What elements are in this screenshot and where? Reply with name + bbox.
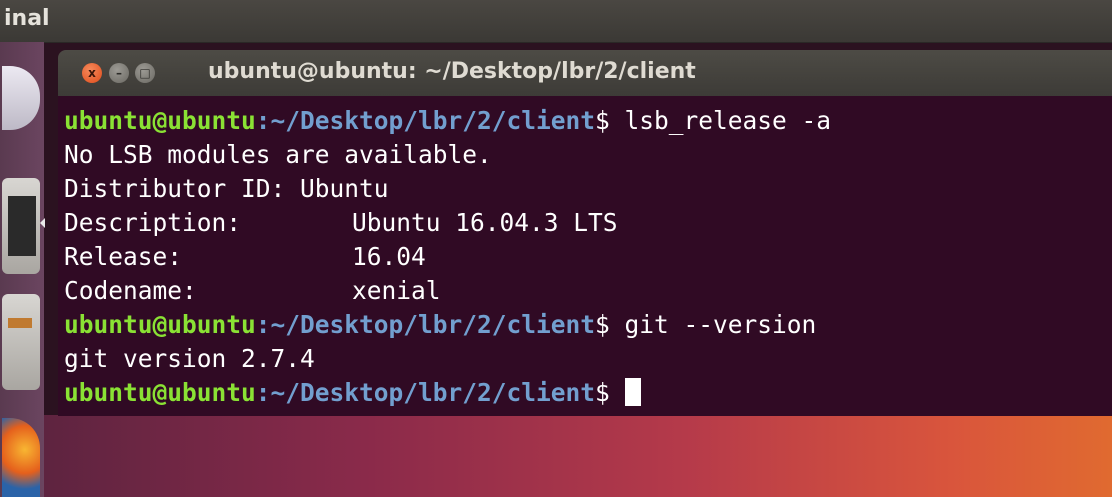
- files-launcher-icon[interactable]: [2, 294, 40, 390]
- terminal-line: ubuntu@ubuntu:~/Desktop/lbr/2/client$: [64, 376, 641, 410]
- prompt-user: ubuntu@ubuntu: [64, 106, 256, 135]
- output-key: Description:: [64, 208, 242, 237]
- terminal-line: Distributor ID: Ubuntu: [64, 172, 964, 206]
- output-value: xenial: [352, 276, 441, 305]
- window-titlebar[interactable]: x – □ ubuntu@ubuntu: ~/Desktop/lbr/2/cli…: [58, 50, 1112, 96]
- terminal-line: ubuntu@ubuntu:~/Desktop/lbr/2/client$ gi…: [64, 308, 816, 342]
- output-key: Distributor ID:: [64, 174, 286, 203]
- terminal-line: No LSB modules are available.: [64, 138, 492, 172]
- launcher-app-icon[interactable]: [2, 66, 40, 130]
- launcher: [0, 42, 45, 497]
- output-value: Ubuntu: [300, 174, 389, 203]
- output-text: No LSB modules are available.: [64, 140, 492, 169]
- terminal-line: git version 2.7.4: [64, 342, 315, 376]
- prompt-user: ubuntu@ubuntu: [64, 310, 256, 339]
- terminal-line: Codename: xenial: [64, 274, 964, 308]
- terminal-line: ubuntu@ubuntu:~/Desktop/lbr/2/client$ ls…: [64, 104, 831, 138]
- prompt-path: :~/Desktop/lbr/2/client: [255, 310, 596, 339]
- minimize-button[interactable]: –: [109, 63, 129, 83]
- output-key: Release:: [64, 242, 183, 271]
- terminal-window[interactable]: x – □ ubuntu@ubuntu: ~/Desktop/lbr/2/cli…: [58, 50, 1112, 416]
- prompt-path: :~/Desktop/lbr/2/client: [255, 378, 596, 407]
- desktop-wallpaper: [44, 415, 1112, 497]
- window-title: ubuntu@ubuntu: ~/Desktop/lbr/2/client: [208, 59, 696, 84]
- maximize-button[interactable]: □: [135, 63, 155, 83]
- prompt-user: ubuntu@ubuntu: [64, 378, 256, 407]
- command-text: lsb_release -a: [624, 106, 832, 135]
- prompt-path: :~/Desktop/lbr/2/client: [255, 106, 596, 135]
- firefox-launcher-icon[interactable]: [2, 418, 40, 497]
- prompt-symbol: $: [595, 106, 625, 135]
- top-panel-app-title: inal: [4, 6, 50, 31]
- prompt-symbol: $: [595, 310, 625, 339]
- terminal-line: Release: 16.04: [64, 240, 964, 274]
- output-value: 16.04: [352, 242, 426, 271]
- output-value: Ubuntu 16.04.3 LTS: [352, 208, 618, 237]
- output-key: Codename:: [64, 276, 197, 305]
- command-text: git --version: [624, 310, 817, 339]
- prompt-symbol: $: [595, 378, 625, 407]
- close-button[interactable]: x: [82, 63, 102, 83]
- terminal-line: Description: Ubuntu 16.04.3 LTS: [64, 206, 964, 240]
- terminal-output[interactable]: ubuntu@ubuntu:~/Desktop/lbr/2/client$ ls…: [58, 96, 1112, 416]
- text-cursor: [624, 378, 641, 406]
- top-panel: inal: [0, 0, 1112, 43]
- active-app-arrow-icon: [40, 218, 45, 228]
- output-text: git version 2.7.4: [64, 344, 315, 373]
- terminal-launcher-icon[interactable]: [2, 178, 40, 274]
